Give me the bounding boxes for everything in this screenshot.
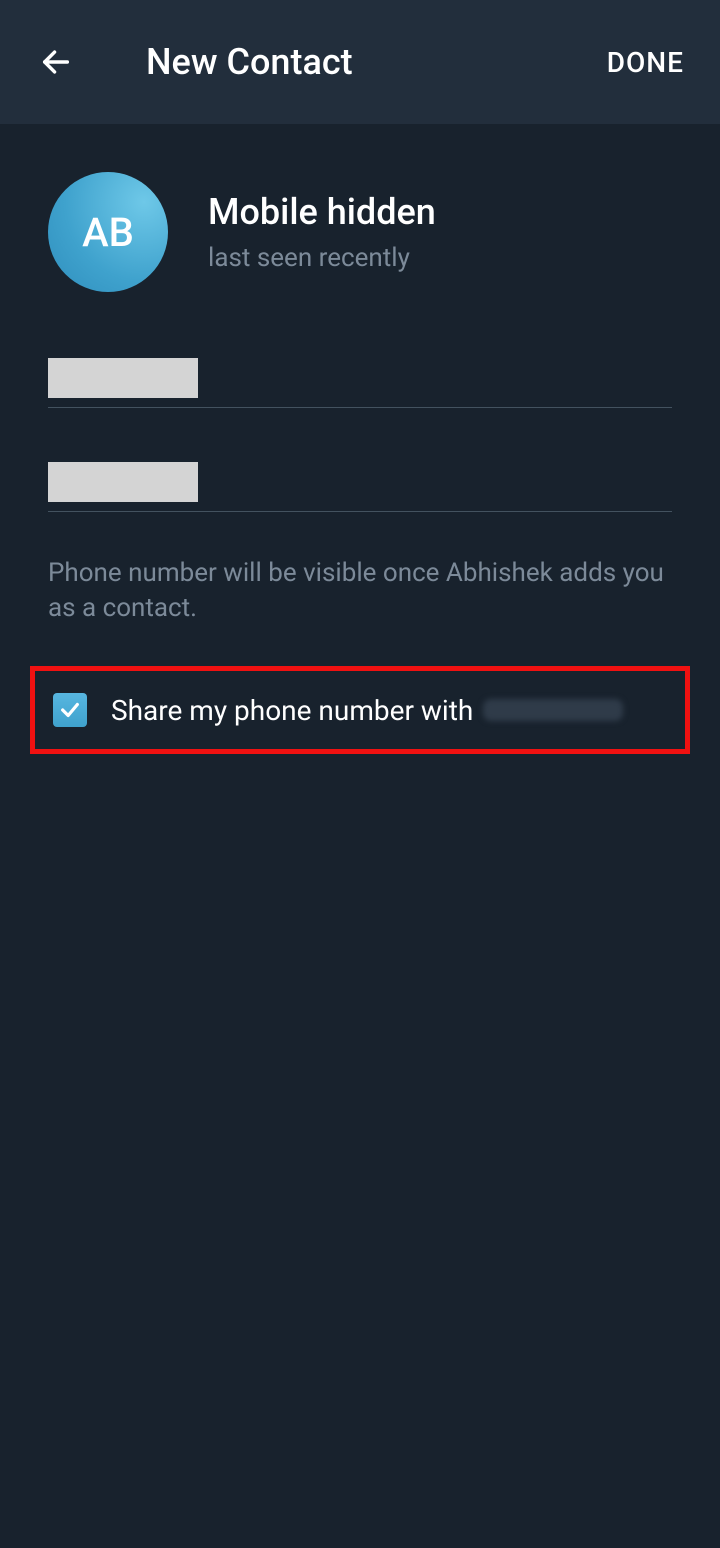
profile-text: Mobile hidden last seen recently [208, 191, 436, 273]
page-title: New Contact [146, 41, 607, 83]
share-phone-label: Share my phone number with [111, 694, 473, 727]
share-phone-label-wrap: Share my phone number with [111, 694, 623, 727]
share-target-name-redacted [483, 699, 623, 721]
content-area: AB Mobile hidden last seen recently Phon… [0, 124, 720, 754]
back-button[interactable] [36, 42, 76, 82]
share-phone-checkbox[interactable] [53, 693, 87, 727]
done-button[interactable]: DONE [607, 46, 684, 79]
last-name-field[interactable] [48, 452, 672, 512]
profile-status: last seen recently [208, 243, 436, 273]
first-name-field[interactable] [48, 348, 672, 408]
profile-name: Mobile hidden [208, 191, 436, 233]
checkmark-icon [59, 699, 81, 721]
arrow-left-icon [39, 45, 73, 79]
phone-visibility-hint: Phone number will be visible once Abhish… [48, 556, 672, 626]
avatar: AB [48, 172, 168, 292]
share-phone-row[interactable]: Share my phone number with [30, 666, 690, 754]
profile-row: AB Mobile hidden last seen recently [48, 172, 672, 292]
app-header: New Contact DONE [0, 0, 720, 124]
first-name-value-redacted [48, 358, 198, 398]
last-name-value-redacted [48, 462, 198, 502]
